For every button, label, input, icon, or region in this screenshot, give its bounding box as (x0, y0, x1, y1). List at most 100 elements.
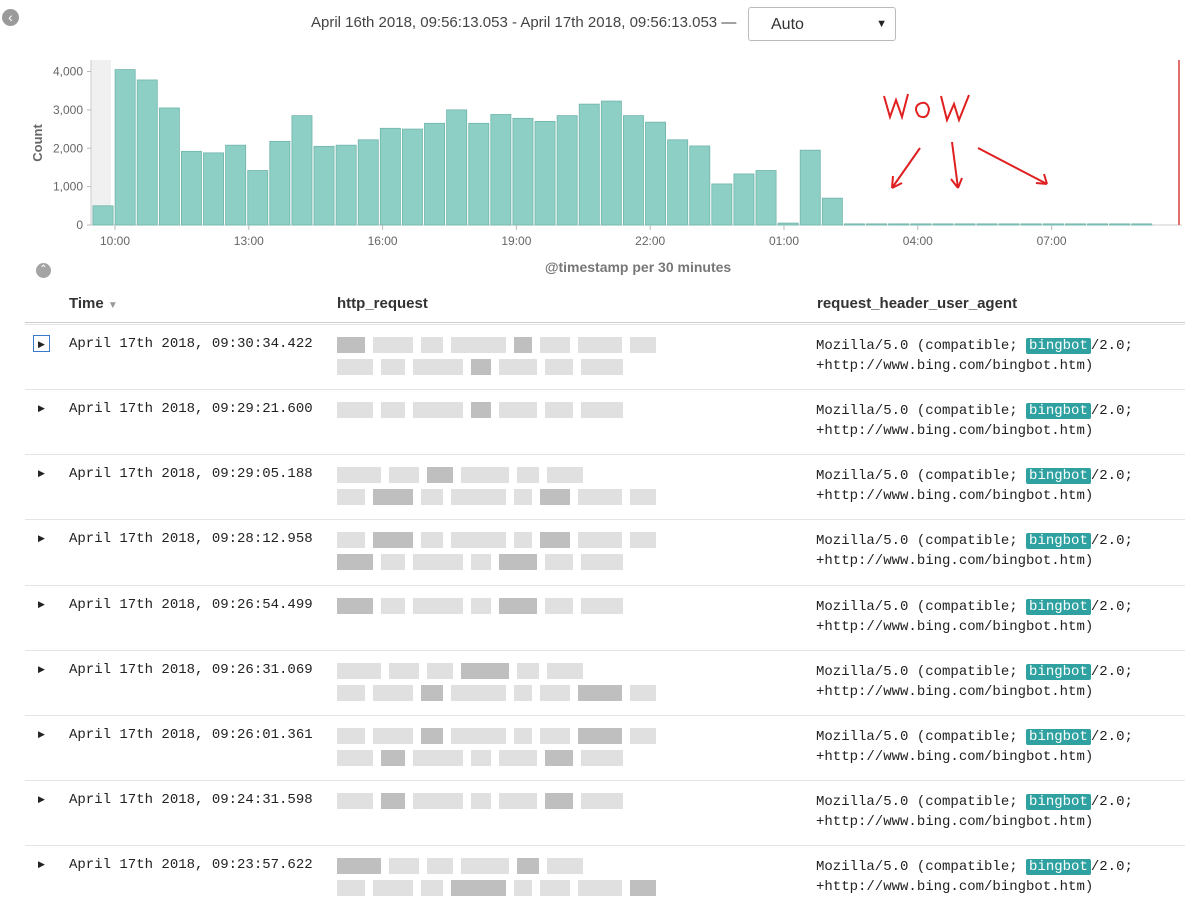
table-row[interactable]: ▶ April 17th 2018, 09:30:34.422 Mozilla/5.… (25, 324, 1185, 390)
histogram-bar[interactable] (667, 139, 689, 226)
histogram-bar[interactable] (799, 149, 821, 226)
highlight-bingbot: bingbot (1026, 794, 1091, 810)
histogram-bar[interactable] (490, 114, 512, 226)
redacted-block (421, 532, 443, 548)
histogram-bar[interactable] (976, 223, 998, 226)
histogram-bar[interactable] (114, 69, 136, 226)
histogram-bar[interactable] (623, 115, 644, 226)
histogram-bar[interactable] (932, 223, 954, 226)
expand-row-caret-icon[interactable]: ▶ (33, 530, 50, 547)
column-header-user-agent[interactable]: request_header_user_agent (817, 295, 1017, 312)
redacted-block (421, 685, 443, 701)
histogram-bar[interactable] (844, 223, 865, 226)
table-row[interactable]: ▶ April 17th 2018, 09:29:05.188 Mozilla/5.… (25, 454, 1185, 520)
histogram-bar[interactable] (777, 222, 799, 226)
histogram-bar[interactable] (269, 140, 291, 226)
ua-version: /2.0; (1090, 403, 1133, 419)
histogram-bar[interactable] (446, 109, 468, 226)
collapse-chart-chevron-icon[interactable]: ⌃ (36, 263, 51, 278)
histogram-bar[interactable] (755, 170, 777, 226)
redacted-block (471, 793, 491, 809)
redacted-block (389, 858, 419, 874)
table-row[interactable]: ▶ April 17th 2018, 09:28:12.958 Mozilla/5.… (25, 519, 1185, 585)
redacted-block (421, 880, 443, 896)
histogram-bar[interactable] (225, 144, 247, 226)
histogram-bar[interactable] (1020, 223, 1042, 226)
histogram-bar[interactable] (954, 223, 976, 226)
table-row[interactable]: ▶ April 17th 2018, 09:24:31.598 Mozilla/5.… (25, 780, 1185, 846)
histogram-bar[interactable] (556, 115, 578, 226)
row-time: April 17th 2018, 09:29:21.600 (69, 401, 313, 417)
histogram-bar[interactable] (578, 103, 600, 226)
histogram-bar[interactable] (1109, 223, 1131, 226)
http-request-redacted (333, 852, 783, 904)
highlight-bingbot: bingbot (1026, 729, 1091, 745)
histogram-bar[interactable] (313, 145, 335, 226)
histogram-chart[interactable]: 4,000 3,000 2,000 1,000 0 Count @timestamp per… (0, 0, 1200, 285)
histogram-bar[interactable] (1087, 223, 1109, 226)
histogram-bar[interactable] (821, 197, 843, 226)
histogram-bar[interactable] (888, 223, 910, 226)
histogram-bar[interactable] (335, 144, 357, 226)
expand-row-caret-icon[interactable]: ▶ (33, 465, 50, 482)
redacted-block (545, 598, 573, 614)
redacted-block (471, 402, 491, 418)
histogram-bar[interactable] (711, 183, 733, 226)
redacted-block (578, 489, 622, 505)
histogram-bar[interactable] (733, 173, 755, 226)
expand-row-caret-icon[interactable]: ▶ (33, 791, 50, 808)
histogram-bar[interactable] (136, 79, 158, 226)
highlight-bingbot: bingbot (1026, 403, 1091, 419)
row-user-agent: Mozilla/5.0 (compatible; bingbot/2.0; +ht… (816, 531, 1133, 571)
table-row[interactable]: ▶ April 17th 2018, 09:26:01.361 Mozilla/5.… (25, 715, 1185, 781)
histogram-bar[interactable] (645, 121, 667, 226)
redacted-block (461, 663, 509, 679)
histogram-bar[interactable] (247, 170, 269, 226)
redacted-block (337, 532, 365, 548)
expand-row-caret-icon[interactable]: ▶ (33, 596, 50, 613)
histogram-bar[interactable] (180, 150, 202, 226)
redacted-block (514, 685, 532, 701)
histogram-bar[interactable] (1065, 223, 1086, 226)
histogram-bar[interactable] (203, 152, 225, 226)
histogram-bar[interactable] (357, 139, 379, 226)
expand-row-caret-icon[interactable]: ▶ (33, 335, 50, 352)
histogram-bar[interactable] (401, 128, 423, 226)
histogram-bar[interactable] (468, 122, 490, 226)
redacted-block (630, 685, 656, 701)
table-row[interactable]: ▶ April 17th 2018, 09:29:21.600 Mozilla/5.… (25, 389, 1185, 455)
redacted-block (451, 337, 506, 353)
histogram-bar[interactable] (291, 115, 313, 226)
histogram-bar[interactable] (998, 223, 1020, 226)
histogram-bar[interactable] (379, 127, 401, 226)
redacted-block (427, 663, 453, 679)
table-row[interactable]: ▶ April 17th 2018, 09:23:57.622 Mozilla/5.… (25, 845, 1185, 911)
histogram-bar[interactable] (600, 100, 622, 226)
ua-version: /2.0; (1090, 468, 1133, 484)
expand-row-caret-icon[interactable]: ▶ (33, 856, 50, 873)
ua-url: +http://www.bing.com/bingbot.htm) (816, 488, 1094, 504)
histogram-bar[interactable] (512, 117, 534, 226)
column-header-time[interactable]: Time ▼ (69, 295, 118, 312)
ua-version: /2.0; (1090, 599, 1133, 615)
histogram-bar[interactable] (424, 122, 446, 226)
table-row[interactable]: ▶ April 17th 2018, 09:26:54.499 Mozilla/5.… (25, 585, 1185, 651)
expand-row-caret-icon[interactable]: ▶ (33, 726, 50, 743)
histogram-bar[interactable] (158, 107, 180, 226)
histogram-bar[interactable] (1131, 223, 1153, 226)
histogram-bar[interactable] (92, 205, 114, 226)
table-row[interactable]: ▶ April 17th 2018, 09:26:31.069 Mozilla/5.… (25, 650, 1185, 716)
histogram-bar[interactable] (866, 223, 888, 226)
sort-desc-icon[interactable]: ▼ (108, 300, 118, 311)
histogram-bar[interactable] (910, 223, 932, 226)
ua-prefix: Mozilla/5.0 (compatible; (816, 403, 1027, 419)
ua-prefix: Mozilla/5.0 (compatible; (816, 794, 1027, 810)
expand-row-caret-icon[interactable]: ▶ (33, 400, 50, 417)
histogram-bar[interactable] (689, 145, 711, 226)
expand-row-caret-icon[interactable]: ▶ (33, 661, 50, 678)
redacted-block (514, 337, 532, 353)
histogram-bar[interactable] (534, 120, 556, 226)
redacted-block (421, 337, 443, 353)
column-header-http-request[interactable]: http_request (337, 295, 428, 312)
histogram-bar[interactable] (1042, 223, 1064, 226)
